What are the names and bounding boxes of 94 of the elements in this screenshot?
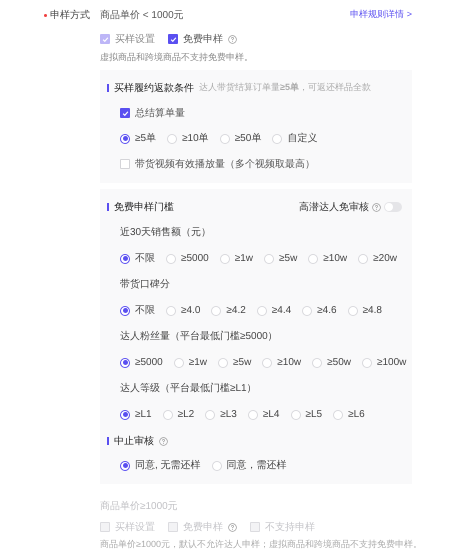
radio-label: ≥50单 bbox=[234, 132, 262, 146]
radio-label: 同意，需还样 bbox=[226, 458, 287, 473]
radio-label: 自定义 bbox=[287, 132, 318, 146]
help-icon[interactable] bbox=[372, 202, 381, 212]
radio-option[interactable]: ≥5w bbox=[264, 251, 298, 266]
radio-label: ≥10w bbox=[277, 356, 302, 370]
radio-label: ≥L5 bbox=[306, 408, 322, 422]
section-title: 免费申样门槛 bbox=[114, 200, 174, 214]
radio-option[interactable]: ≥100w bbox=[362, 355, 406, 370]
radio-label: ≥5单 bbox=[135, 132, 156, 146]
radio-option[interactable]: ≥5000 bbox=[166, 251, 209, 266]
radio-label: ≥1w bbox=[188, 356, 208, 370]
radio-label: ≥L6 bbox=[348, 408, 365, 422]
radio-option[interactable]: 同意，需还样 bbox=[212, 458, 287, 473]
note-text: 虚拟商品和跨境商品不支持免费申样。 bbox=[100, 51, 254, 64]
radio[interactable] bbox=[120, 254, 130, 264]
help-icon[interactable] bbox=[228, 34, 237, 44]
radio-label: ≥4.4 bbox=[272, 304, 292, 318]
checkbox-option[interactable]: 总结算单量 bbox=[120, 106, 185, 120]
toggle-switch[interactable] bbox=[384, 202, 402, 212]
checkbox-label: 不支持申样 bbox=[265, 520, 315, 534]
radio-option[interactable]: ≥4.0 bbox=[166, 303, 200, 318]
radio-option[interactable]: ≥10w bbox=[262, 355, 302, 370]
help-icon[interactable] bbox=[159, 436, 168, 446]
radio-label: ≥5w bbox=[279, 252, 298, 266]
radio-option[interactable]: ≥50单 bbox=[220, 131, 262, 146]
radio-option[interactable]: ≥20w bbox=[358, 251, 397, 266]
radio-label: ≥10单 bbox=[182, 132, 209, 146]
field-label: 申样方式 bbox=[50, 8, 90, 22]
radio-label: ≥1w bbox=[234, 252, 254, 266]
radio-label: ≥4.8 bbox=[362, 304, 382, 318]
radio-label: ≥50w bbox=[327, 356, 351, 370]
radio-option[interactable]: ≥4.6 bbox=[302, 303, 337, 318]
radio-option[interactable]: ≥5000 bbox=[120, 355, 163, 370]
radio-option[interactable]: ≥10w bbox=[308, 251, 348, 266]
radio-label: 不限 bbox=[135, 252, 155, 266]
radio-label: ≥5w bbox=[233, 356, 252, 370]
field-label: 带货口碑分 bbox=[120, 278, 170, 292]
radio-label: ≥L2 bbox=[178, 408, 194, 422]
radio-option[interactable]: ≥L3 bbox=[205, 407, 237, 422]
radio-option[interactable]: 自定义 bbox=[272, 131, 318, 146]
radio-label: ≥L3 bbox=[220, 408, 237, 422]
radio-label: ≥100w bbox=[376, 356, 406, 370]
checkbox-label: 总结算单量 bbox=[135, 106, 185, 120]
radio-option[interactable]: ≥L1 bbox=[120, 407, 152, 422]
section-title: 中止审核 bbox=[114, 434, 154, 448]
radio-option[interactable]: ≥1w bbox=[220, 251, 254, 266]
field-label: 达人粉丝量（平台最低门槛≥5000） bbox=[120, 330, 278, 344]
field-label: 近30天销售额（元） bbox=[120, 226, 212, 240]
radio-label: ≥5000 bbox=[135, 356, 163, 370]
section-title: 买样履约返款条件 bbox=[114, 82, 194, 96]
radio-option[interactable]: ≥1w bbox=[174, 355, 208, 370]
toggle-label: 高潜达人免审核 bbox=[299, 200, 369, 214]
price-condition: 商品单价≥1000元 bbox=[100, 500, 179, 514]
field-label: 达人等级（平台最低门槛≥L1） bbox=[120, 382, 257, 396]
radio[interactable] bbox=[120, 410, 130, 420]
checkbox[interactable] bbox=[120, 108, 130, 118]
checkbox[interactable] bbox=[168, 34, 178, 44]
radio-option[interactable]: 同意, 无需还样 bbox=[120, 458, 201, 473]
radio-option[interactable]: 不限 bbox=[120, 251, 155, 266]
radio-label: ≥10w bbox=[323, 252, 348, 266]
radio-label: ≥4.0 bbox=[181, 304, 200, 318]
radio-option[interactable]: ≥L2 bbox=[162, 407, 194, 422]
radio-option[interactable]: ≥L4 bbox=[248, 407, 280, 422]
section-hint: 达人带货结算订单量≥5单，可返还样品全款 bbox=[199, 81, 371, 94]
checkbox-option[interactable]: 免费申样 bbox=[168, 32, 237, 46]
radio-label: 不限 bbox=[135, 304, 155, 318]
radio-option[interactable]: 不限 bbox=[120, 303, 155, 318]
radio-label: ≥4.2 bbox=[226, 304, 246, 318]
radio-option[interactable]: ≥10单 bbox=[167, 131, 209, 146]
radio-label: ≥L4 bbox=[262, 408, 280, 422]
radio-label: ≥L1 bbox=[135, 408, 152, 422]
radio-label: ≥20w bbox=[373, 252, 397, 266]
radio-option[interactable]: ≥4.4 bbox=[256, 303, 292, 318]
price-condition: 商品单价 < 1000元 bbox=[100, 8, 184, 22]
radio-option[interactable]: ≥4.8 bbox=[348, 303, 382, 318]
radio-option[interactable]: ≥5w bbox=[218, 355, 252, 370]
radio-option[interactable]: ≥L6 bbox=[333, 407, 365, 422]
radio[interactable] bbox=[120, 358, 130, 368]
radio[interactable] bbox=[120, 460, 130, 470]
rules-link[interactable]: 申样规则详情 > bbox=[350, 8, 412, 22]
radio-label: ≥5000 bbox=[181, 252, 209, 266]
checkbox-label: 免费申样 bbox=[183, 32, 223, 46]
radio-option[interactable]: ≥L5 bbox=[290, 407, 322, 422]
checkbox-label: 买样设置 bbox=[115, 520, 155, 534]
checkbox-label: 买样设置 bbox=[115, 32, 155, 46]
radio-label: ≥4.6 bbox=[317, 304, 337, 318]
radio-option[interactable]: ≥50w bbox=[312, 355, 351, 370]
radio[interactable] bbox=[120, 306, 130, 316]
radio[interactable] bbox=[120, 134, 130, 144]
radio-option[interactable]: ≥4.2 bbox=[211, 303, 246, 318]
radio-label: 同意, 无需还样 bbox=[135, 458, 201, 473]
radio-option[interactable]: ≥5单 bbox=[120, 131, 156, 146]
checkbox-label: 免费申样 bbox=[183, 520, 223, 534]
